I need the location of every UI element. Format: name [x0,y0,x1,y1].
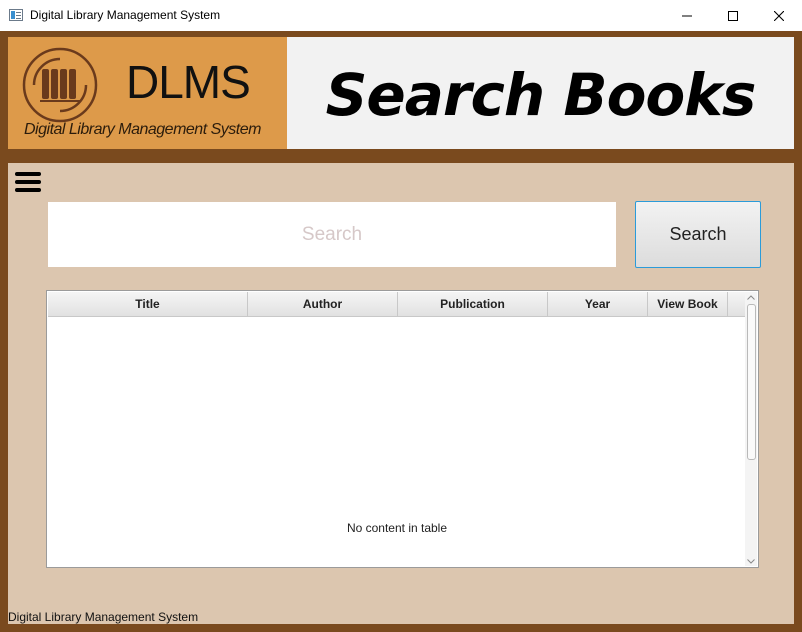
status-bar-text: Digital Library Management System [8,610,199,624]
close-button[interactable] [756,0,802,31]
column-header-title[interactable]: Title [48,292,248,316]
table-empty-message: No content in table [346,521,448,535]
page-header: Search Books [287,37,794,149]
column-header-year[interactable]: Year [548,292,648,316]
table-header: Title Author Publication Year View Book [48,292,746,317]
library-books-logo-icon [22,47,98,123]
logo-wordmark: DLMS [126,56,251,108]
close-icon [774,10,784,21]
app-window-icon [9,9,23,21]
column-header-filler [728,292,746,316]
logo-panel: DLMS Digital Library Management System [8,37,287,149]
column-header-view-book[interactable]: View Book [648,292,728,316]
maximize-button[interactable] [710,0,756,31]
column-header-author[interactable]: Author [248,292,398,316]
scroll-up-icon[interactable] [745,292,757,302]
page-title: Search Books [325,61,757,129]
books-table[interactable]: Title Author Publication Year View Book … [46,290,759,568]
minimize-button[interactable] [664,0,710,31]
scroll-thumb[interactable] [747,304,756,460]
search-input[interactable] [48,202,616,267]
maximize-icon [728,10,738,21]
window-title: Digital Library Management System [30,8,221,22]
menu-icon[interactable] [15,172,41,193]
search-button[interactable]: Search [635,201,761,268]
scroll-down-icon[interactable] [745,556,757,566]
main-content: Search Title Author Publication Year Vie… [8,163,794,624]
column-header-publication[interactable]: Publication [398,292,548,316]
minimize-icon [682,15,692,16]
logo-subtitle: Digital Library Management System [24,121,261,138]
window-titlebar[interactable]: Digital Library Management System [0,0,802,32]
